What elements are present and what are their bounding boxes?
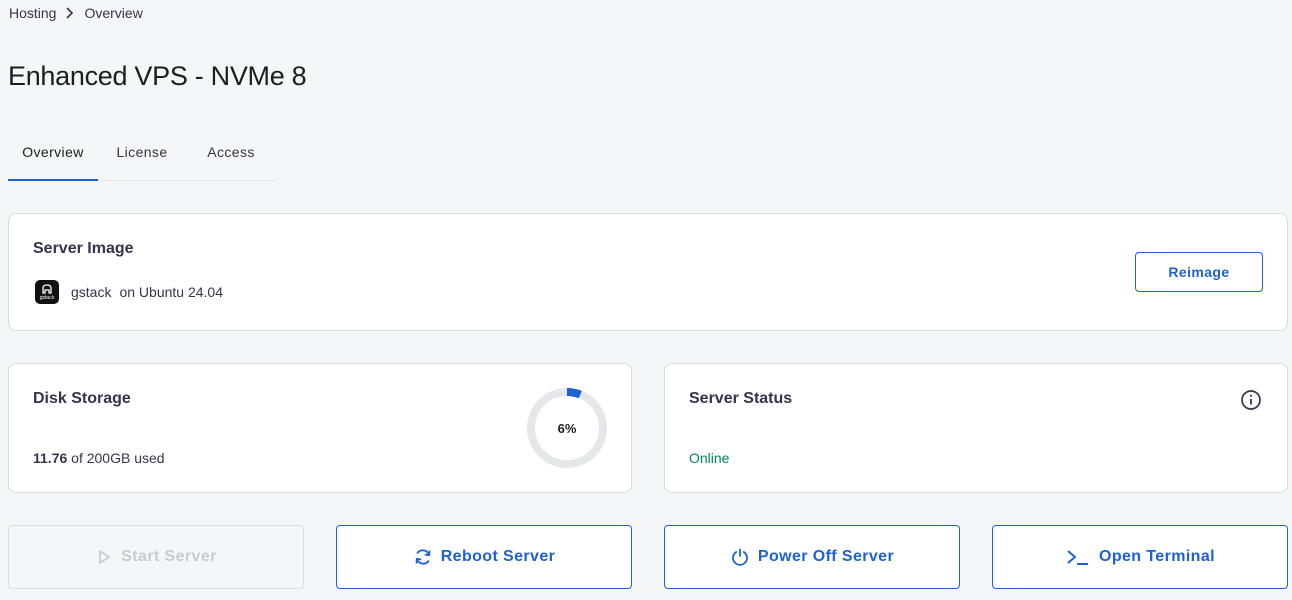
tab-access[interactable]: Access <box>186 130 276 181</box>
breadcrumb: Hosting Overview <box>9 5 143 21</box>
terminal-icon <box>1067 550 1088 565</box>
server-image-title: Server Image <box>33 240 134 257</box>
reboot-server-label: Reboot Server <box>440 548 556 565</box>
disk-storage-card: Disk Storage 11.76 of 200GB used 6% <box>8 363 632 493</box>
image-os: on Ubuntu 24.04 <box>119 284 223 300</box>
refresh-icon <box>415 549 431 565</box>
server-status-card: Server Status Online <box>664 363 1288 493</box>
tab-overview[interactable]: Overview <box>8 130 98 181</box>
info-icon[interactable] <box>1240 389 1262 411</box>
gstack-logo-icon: gstack <box>35 280 59 304</box>
play-icon <box>99 550 111 564</box>
tab-bar: Overview License Access <box>8 130 276 181</box>
disk-used-value: 11.76 <box>33 450 68 466</box>
breadcrumb-overview: Overview <box>84 5 143 21</box>
server-status-value: Online <box>689 450 730 466</box>
power-off-server-label: Power Off Server <box>757 548 895 565</box>
server-image-info: gstack gstack on Ubuntu 24.04 <box>35 280 223 304</box>
disk-storage-title: Disk Storage <box>33 390 131 407</box>
start-server-label: Start Server <box>121 548 217 565</box>
tab-license[interactable]: License <box>98 130 186 181</box>
server-status-title: Server Status <box>689 390 793 407</box>
reimage-button[interactable]: Reimage <box>1135 252 1263 292</box>
power-icon <box>732 548 748 566</box>
power-off-server-button[interactable]: Power Off Server <box>664 525 960 589</box>
disk-usage-text: 11.76 of 200GB used <box>33 450 165 466</box>
reboot-server-button[interactable]: Reboot Server <box>336 525 632 589</box>
start-server-button[interactable]: Start Server <box>8 525 304 589</box>
logo-text: gstack <box>39 295 55 301</box>
open-terminal-label: Open Terminal <box>1098 548 1216 565</box>
breadcrumb-hosting[interactable]: Hosting <box>9 5 56 21</box>
disk-total-text: of 200GB used <box>71 450 165 466</box>
image-name: gstack <box>71 284 112 300</box>
open-terminal-button[interactable]: Open Terminal <box>992 525 1288 589</box>
server-image-card: Server Image gstack gstack on Ubuntu 24.… <box>8 213 1288 331</box>
page-title: Enhanced VPS - NVMe 8 <box>8 61 307 91</box>
disk-percent-label: 6% <box>557 420 577 436</box>
chevron-right-icon <box>56 5 84 21</box>
